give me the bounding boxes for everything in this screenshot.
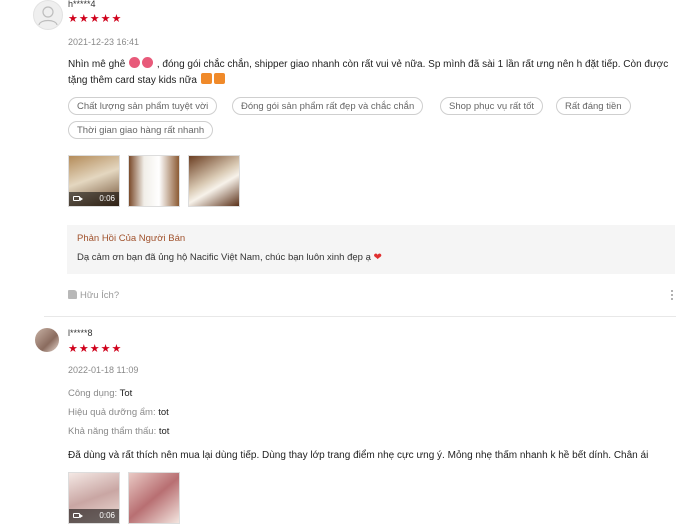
review-photo-thumbnail[interactable] — [128, 155, 180, 207]
attribute-key: Khả năng thẩm thấu: — [68, 426, 157, 437]
gift-emoji-icon — [213, 73, 225, 84]
review-text-part: tặng thêm card stay kids nữa — [68, 75, 197, 86]
review-card-1: h*****4 ★★★★★ 2021-12-23 16:41 Nhìn mê g… — [0, 0, 696, 317]
seller-reply-title: Phản Hồi Của Người Bán — [77, 233, 186, 244]
star-rating: ★★★★★ — [68, 343, 123, 355]
seller-reply-text: Dạ cảm ơn bạn đã ủng hộ Nacific Việt Nam… — [77, 252, 382, 263]
attribute-key: Công dụng: — [68, 388, 118, 399]
video-duration: 0:06 — [99, 194, 115, 203]
video-bar: 0:06 — [69, 509, 119, 523]
seller-reply-box: Phản Hồi Của Người Bán Dạ cảm ơn bạn đã … — [67, 225, 675, 274]
thumbs-up-icon — [68, 290, 77, 299]
review-text: Đã dùng và rất thích nên mua lại dùng ti… — [68, 450, 649, 461]
camera-icon — [73, 513, 83, 518]
review-photo-thumbnail[interactable] — [188, 155, 240, 207]
review-date: 2021-12-23 16:41 — [68, 37, 140, 47]
user-avatar-icon[interactable] — [33, 0, 63, 30]
review-photo-thumbnail[interactable] — [128, 472, 180, 524]
review-text-part: , đóng gói chắc chắn, shipper giao nhanh… — [156, 59, 669, 70]
user-avatar-icon[interactable] — [35, 328, 59, 352]
tag-chip[interactable]: Chất lượng sản phẩm tuyệt vời — [68, 97, 218, 115]
video-bar: 0:06 — [69, 192, 119, 206]
more-vertical-icon[interactable] — [670, 289, 674, 301]
heart-eyes-emoji-icon — [129, 57, 141, 68]
tag-chip[interactable]: Đóng gói sản phẩm rất đẹp và chắc chắn — [232, 97, 424, 115]
attribute-value: Tot — [119, 388, 133, 399]
helpful-label: Hữu Ích? — [80, 290, 120, 301]
review-date: 2022-01-18 11:09 — [68, 365, 139, 375]
reviewer-username[interactable]: h*****4 — [68, 0, 96, 9]
heart-icon: ❤ — [373, 252, 382, 263]
attribute-value: tot — [158, 407, 169, 418]
helpful-button[interactable]: Hữu Ích? — [68, 290, 119, 301]
attribute-key: Hiệu quả dưỡng ẩm: — [68, 407, 156, 418]
review-video-thumbnail[interactable]: 0:06 — [68, 155, 120, 207]
tag-chip[interactable]: Thời gian giao hàng rất nhanh — [68, 121, 214, 139]
attribute-value: tot — [158, 426, 170, 437]
seller-reply-message: Dạ cảm ơn bạn đã ủng hộ Nacific Việt Nam… — [77, 252, 371, 263]
tag-chip[interactable]: Shop phục vụ rất tốt — [440, 97, 544, 115]
review-video-thumbnail[interactable]: 0:06 — [68, 472, 120, 524]
video-duration: 0:06 — [99, 511, 115, 520]
camera-icon — [73, 196, 83, 201]
review-attribute: Hiệu quả dưỡng ẩm: tot — [68, 407, 169, 418]
review-text: Nhìn mê ghê , đóng gói chắc chắn, shippe… — [68, 57, 688, 89]
star-rating: ★★★★★ — [68, 13, 123, 25]
tag-chip[interactable]: Rất đáng tiền — [556, 97, 631, 115]
gift-emoji-icon — [200, 73, 212, 84]
review-attribute: Công dụng: Tot — [68, 388, 132, 399]
review-attribute: Khả năng thẩm thấu: tot — [68, 426, 169, 437]
heart-eyes-emoji-icon — [142, 57, 154, 68]
reviewer-username[interactable]: l*****8 — [68, 328, 93, 338]
review-text-part: Nhìn mê ghê — [68, 59, 126, 70]
